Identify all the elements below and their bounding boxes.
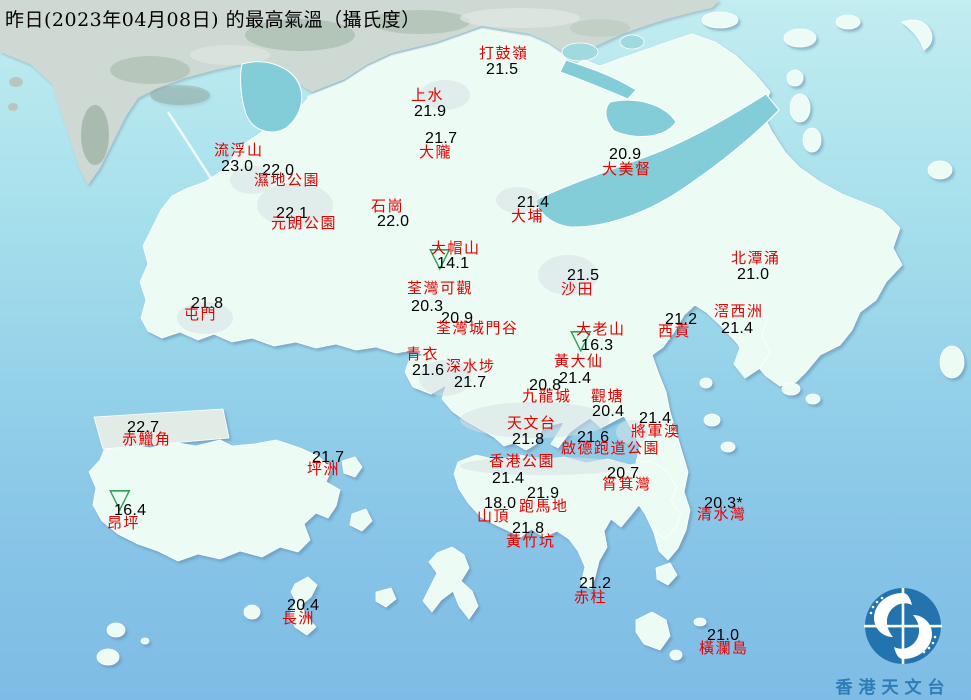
station-name: 橫瀾島 [699,639,749,657]
station-name: 筲箕灣 [602,475,652,493]
station-value: 21.4 [492,470,525,487]
station-name: 上水 [411,86,445,104]
station-name: 滘西洲 [714,302,764,320]
station-value: 23.0 [221,158,254,175]
station-name: 元朗公園 [271,214,338,232]
station-name: 昂坪 [107,514,141,532]
station-name: 黃大仙 [554,352,604,370]
station-name: 青衣 [406,345,440,363]
station-name: 流浮山 [214,141,264,159]
station-name: 將軍澳 [631,422,681,440]
station-name: 屯門 [184,305,218,323]
hko-logo-chinese-name: 香港天文台 [835,678,951,698]
station-value: 20.3 [411,298,444,315]
station-name: 天文台 [507,414,557,432]
station-name: 深水埗 [446,357,496,375]
station-name: 香港公園 [489,452,556,470]
station-name: 跑馬地 [519,497,569,515]
station-name: 北潭涌 [731,249,781,267]
station-name: 赤柱 [574,588,608,606]
station-name: 大埔 [511,207,545,225]
station-name: 黃竹坑 [506,532,556,550]
station-name: 西貢 [658,322,692,340]
station-name: 山頂 [477,507,511,525]
station-name: 清水灣 [697,505,747,523]
hko-emblem-icon [864,588,942,664]
station-name: 長洲 [282,609,316,627]
station-value: 20.4 [592,403,625,420]
station-value: 21.5 [486,61,519,78]
station-name: 觀塘 [591,387,625,405]
station-name: 大美督 [602,160,652,178]
station-name: 大隴 [419,143,453,161]
station-value: 14.1 [437,255,470,272]
station-name: 九龍城 [522,387,572,405]
station-value: 21.6 [412,362,445,379]
station-value: 21.9 [414,103,447,120]
station-name: 啟德跑道公園 [561,439,661,457]
station-name: 沙田 [561,280,595,298]
station-value: 21.8 [512,431,545,448]
station-name: 坪洲 [307,460,341,478]
station-name: 大帽山 [431,239,481,257]
station-name: 荃灣可觀 [407,279,474,297]
weather-map-page: 昨日(2023年04月08日) 的最高氣溫（攝氏度） 21.5 打鼓嶺 21.9 上水… [0,0,971,700]
station-value: 21.4 [559,370,592,387]
station-name: 石崗 [371,197,405,215]
station-value: 22.0 [377,213,410,230]
station-name: 濕地公園 [254,171,321,189]
station-name: 打鼓嶺 [479,44,529,62]
station-value: 21.7 [454,374,487,391]
station-value: 21.0 [737,266,770,283]
station-name: 赤鱲角 [122,430,172,448]
station-value: 21.4 [721,320,754,337]
station-name: 荃灣城門谷 [436,319,519,337]
hko-logo: 香港天文台 HONG KONG OBSERVATORY [813,584,971,700]
station-name: 大老山 [576,320,626,338]
